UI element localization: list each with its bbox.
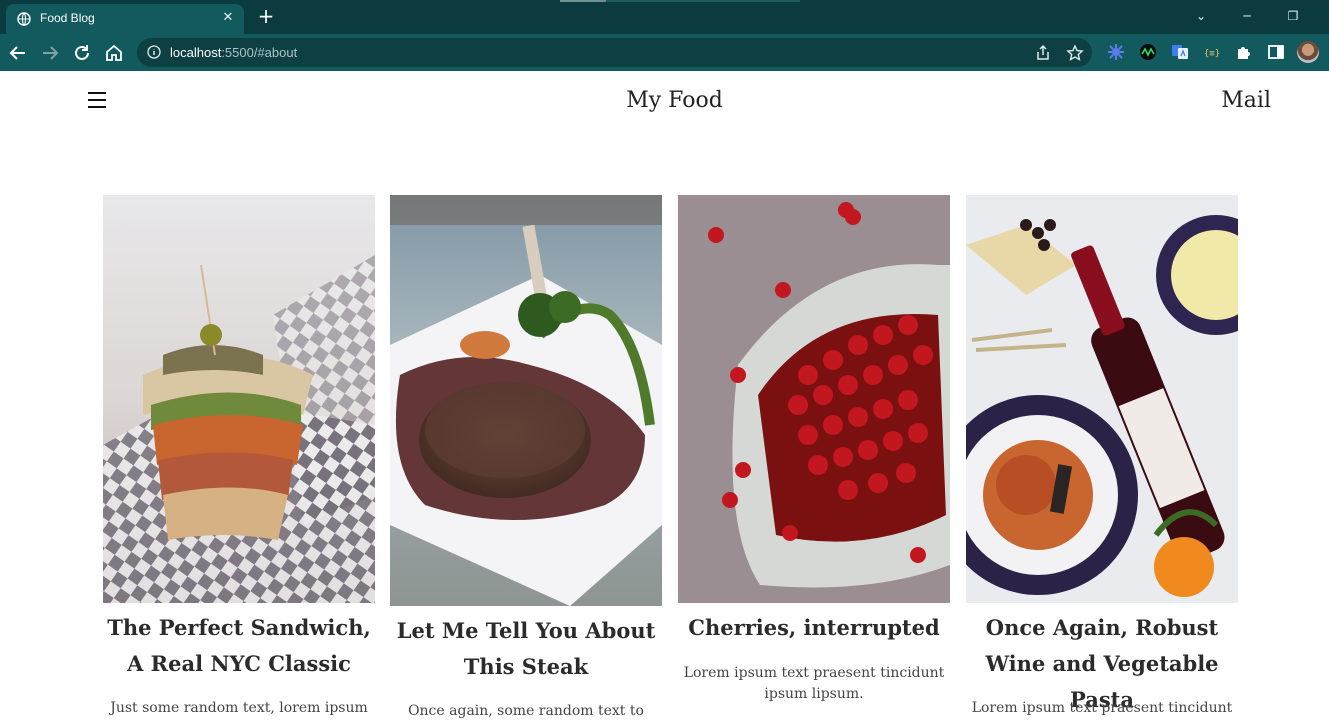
extension-braces-icon[interactable]: {≡}	[1203, 43, 1221, 61]
card-image-steak[interactable]	[390, 195, 662, 606]
browser-tab-strip: Food Blog ✕ + ⌄ ─ ❐	[0, 0, 1329, 34]
card-text: Lorem ipsum text praesent tincidunt	[971, 700, 1233, 716]
puzzle-icon[interactable]	[1235, 43, 1253, 61]
share-icon[interactable]	[1034, 44, 1052, 62]
new-tab-button[interactable]: +	[256, 6, 276, 26]
back-arrow-icon[interactable]	[7, 42, 29, 64]
mail-link[interactable]: Mail	[1221, 88, 1271, 113]
site-title[interactable]: My Food	[0, 88, 1329, 113]
card-text: Once again, some random text to lorem	[408, 703, 644, 719]
url-text[interactable]: localhost:5500/#about	[170, 45, 297, 60]
reload-icon[interactable]	[71, 42, 93, 64]
minimize-button[interactable]: ─	[1236, 6, 1258, 26]
sandwich-photo	[103, 195, 375, 603]
card-text: Lorem ipsum text praesent tincidunt ipsu…	[683, 665, 945, 702]
site-header: My Food Mail	[0, 71, 1329, 141]
svg-text:{≡}: {≡}	[1204, 49, 1220, 59]
card-image-sandwich[interactable]	[103, 195, 375, 603]
side-panel-icon[interactable]	[1267, 43, 1285, 61]
close-tab-icon[interactable]: ✕	[220, 10, 236, 26]
star-icon[interactable]	[1066, 44, 1084, 62]
url-host: localhost	[170, 45, 222, 60]
translate-icon[interactable]	[1171, 43, 1189, 61]
browser-tab[interactable]: Food Blog ✕	[6, 4, 244, 34]
extension-wave-icon[interactable]	[1139, 43, 1157, 61]
home-icon[interactable]	[103, 42, 125, 64]
profile-avatar[interactable]	[1297, 41, 1319, 63]
url-path: :5500/#about	[221, 45, 298, 60]
card-image-wine-pasta[interactable]	[966, 195, 1238, 603]
wine-pasta-photo	[966, 195, 1238, 603]
card-title[interactable]: Let Me Tell You About This Steak	[390, 613, 662, 685]
forward-arrow-icon[interactable]	[39, 42, 61, 64]
browser-toolbar: localhost:5500/#about {≡}	[0, 34, 1329, 71]
cherries-photo	[678, 195, 950, 603]
card-text: Just some random text, lorem ipsum text	[110, 700, 368, 722]
tab-title: Food Blog	[40, 11, 95, 25]
restore-button[interactable]: ❐	[1282, 6, 1304, 26]
tab-strip-indicator	[560, 0, 800, 2]
extension-gear-icon[interactable]	[1107, 43, 1125, 61]
globe-icon	[17, 12, 31, 26]
card-image-cherries[interactable]	[678, 195, 950, 603]
tab-search-icon[interactable]: ⌄	[1190, 6, 1212, 26]
card-title[interactable]: The Perfect Sandwich, A Real NYC Classic	[103, 610, 375, 682]
info-icon[interactable]	[147, 45, 161, 59]
address-bar[interactable]: localhost:5500/#about	[137, 38, 1092, 67]
steak-photo	[390, 195, 662, 606]
card-title[interactable]: Cherries, interrupted	[678, 610, 950, 646]
